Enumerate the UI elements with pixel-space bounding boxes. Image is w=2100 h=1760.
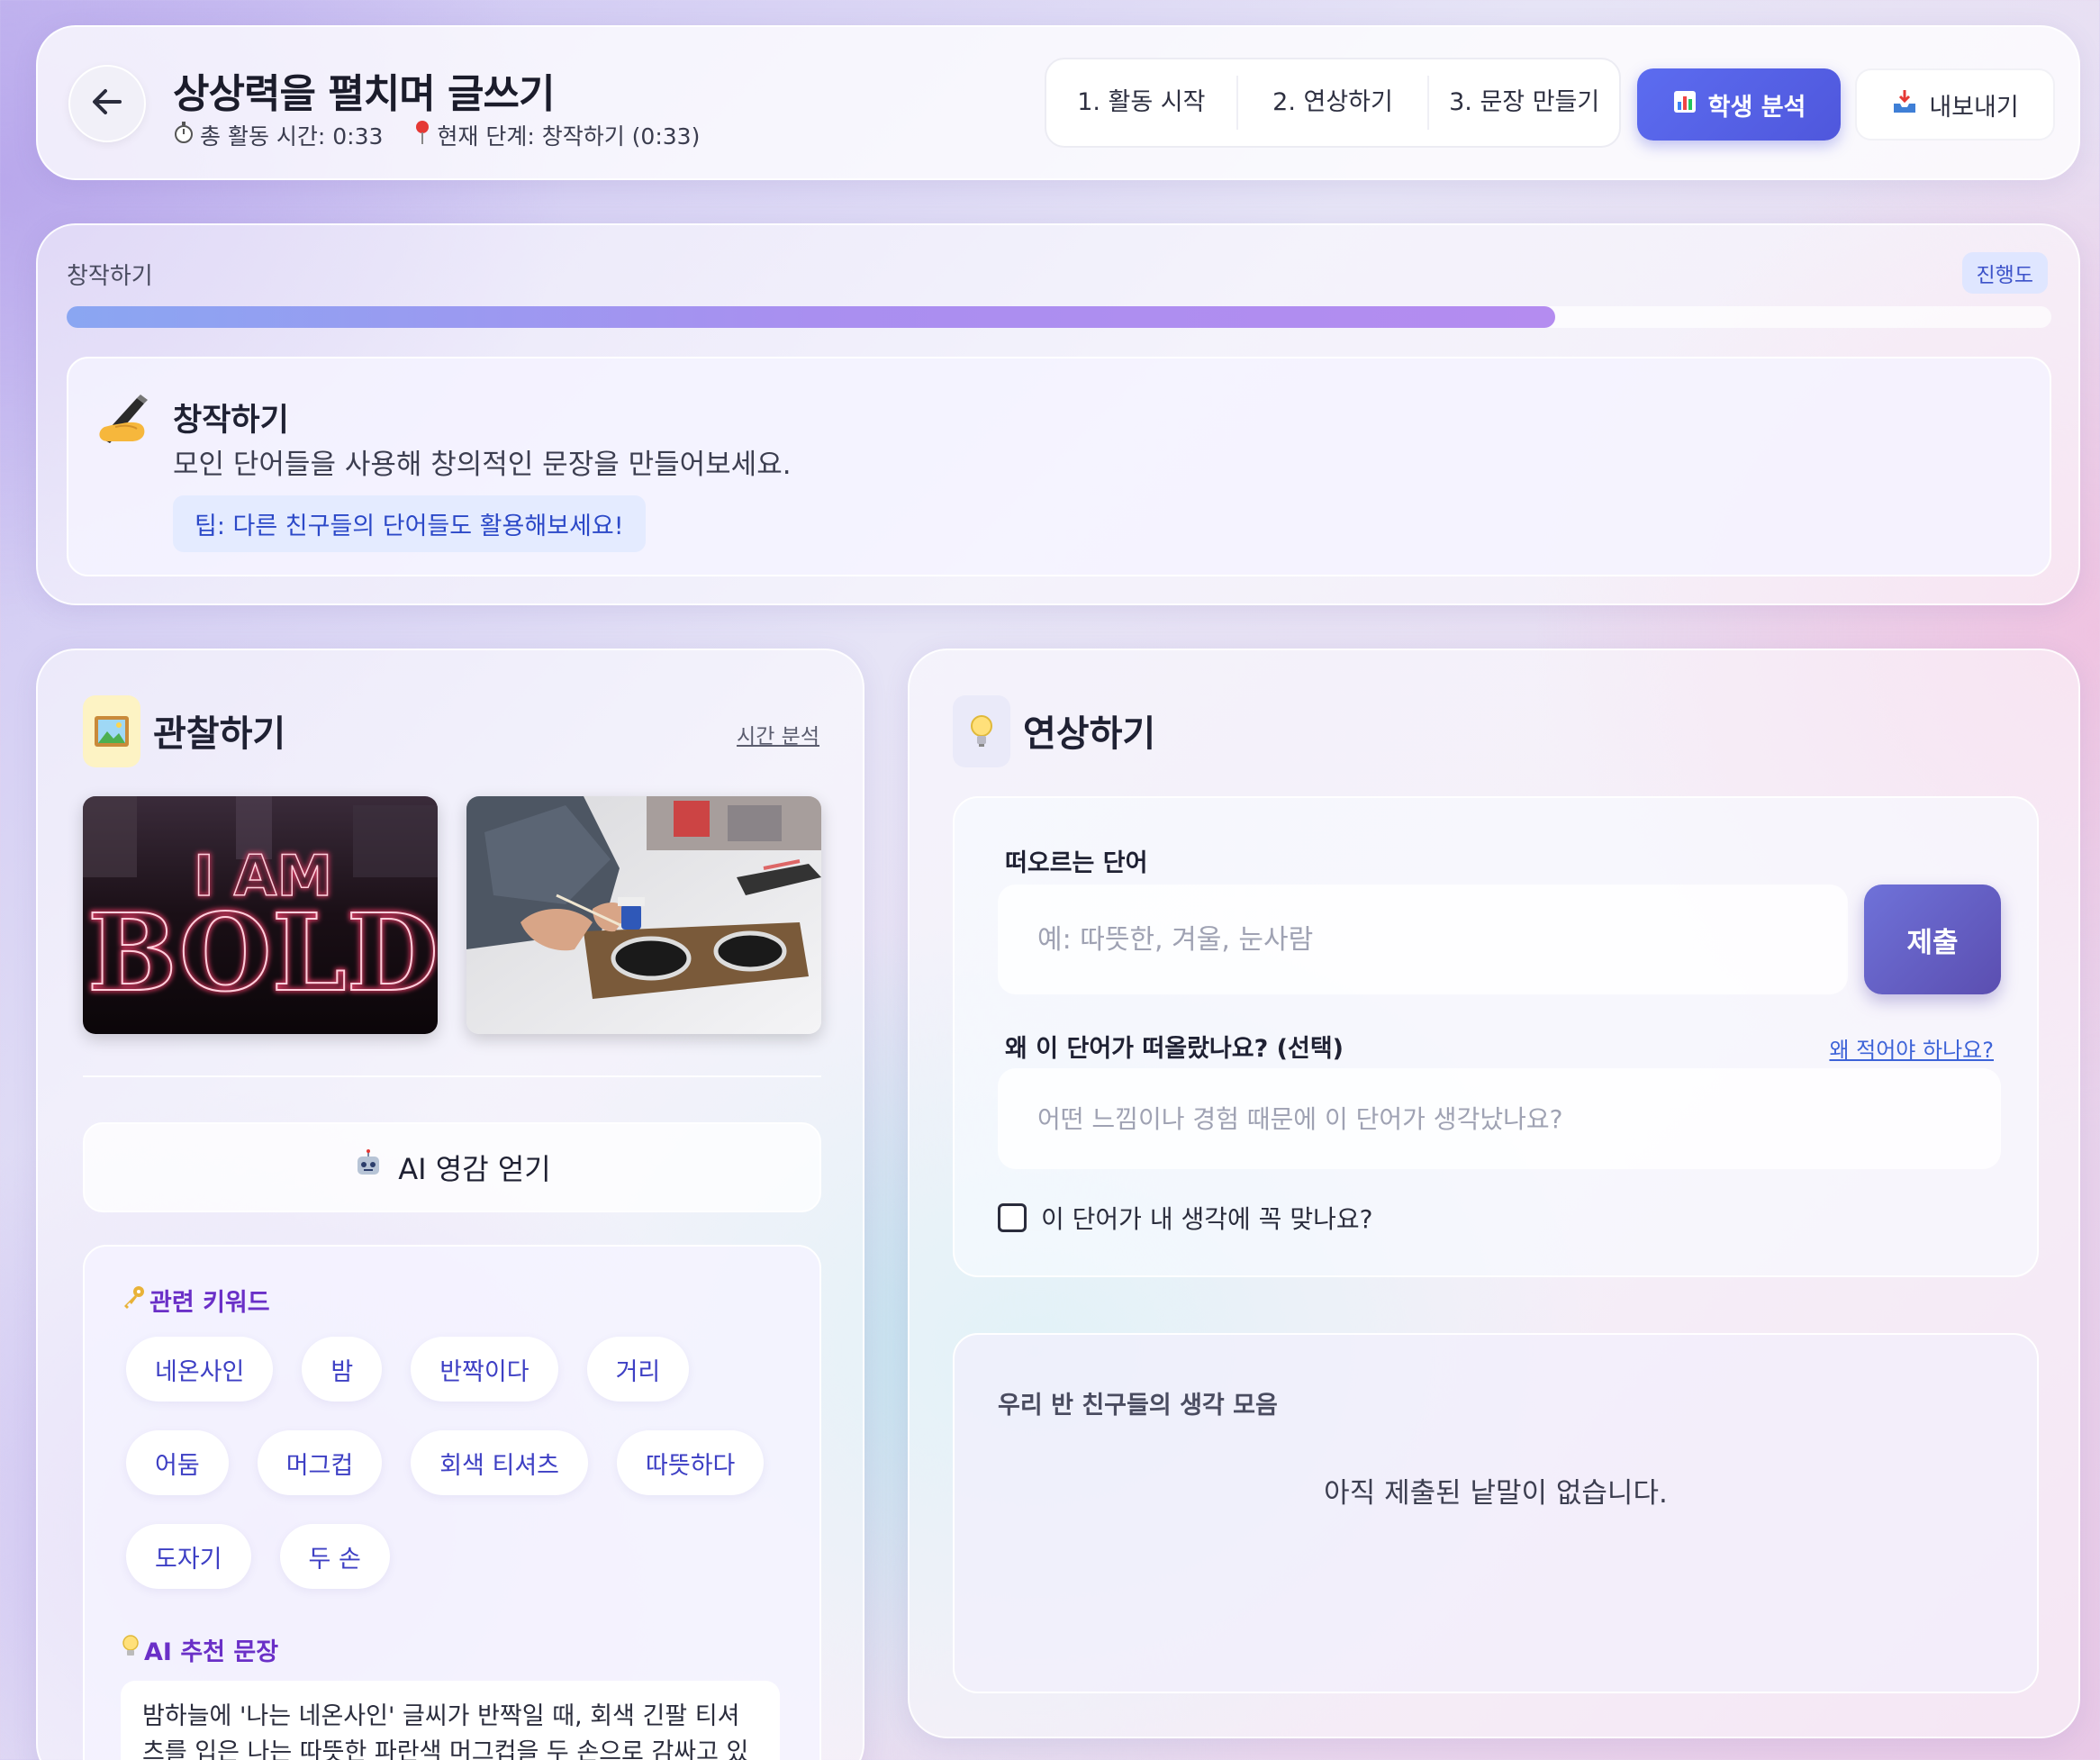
back-button[interactable] — [68, 65, 146, 142]
fit-check-label: 이 단어가 내 생각에 꼭 맞나요? — [1041, 1204, 1373, 1234]
keywords-heading: 관련 키워드 — [121, 1283, 270, 1318]
fit-check-row[interactable]: 이 단어가 내 생각에 꼭 맞나요? — [998, 1200, 1373, 1236]
inbox-tray-icon — [1891, 88, 1918, 122]
ai-inspiration-label: AI 영감 얻기 — [398, 1152, 551, 1186]
keyword-chip[interactable]: 거리 — [586, 1337, 690, 1402]
total-time: 총 활동 시간: 0:33 — [173, 119, 383, 151]
why-write-link[interactable]: 왜 적어야 하나요? — [1829, 1032, 1994, 1064]
keywords-heading-text: 관련 키워드 — [149, 1289, 270, 1317]
keyword-list: 네온사인 밤 반짝이다 거리 어둠 머그컵 회색 티셔츠 따뜻하다 도자기 두 … — [126, 1337, 792, 1589]
word-label: 떠오르는 단어 — [1005, 849, 1148, 877]
tab-step-3[interactable]: 3. 문장 만들기 — [1429, 76, 1619, 130]
pottery-photo[interactable] — [466, 796, 821, 1034]
key-icon — [121, 1284, 146, 1316]
framed-picture-icon — [83, 695, 140, 767]
export-button[interactable]: 내보내기 — [1855, 68, 2055, 141]
bar-chart-icon — [1672, 89, 1697, 121]
associate-panel: 연상하기 떠오르는 단어 제출 왜 이 단어가 떠올랐나요? (선택) 왜 적어… — [908, 649, 2080, 1738]
keyword-chip[interactable]: 두 손 — [279, 1524, 390, 1589]
tab-step-1[interactable]: 1. 활동 시작 — [1046, 76, 1238, 130]
light-bulb-icon — [121, 1634, 140, 1665]
student-analysis-button[interactable]: 학생 분석 — [1637, 68, 1841, 141]
empty-message: 아직 제출된 낱말이 없습니다. — [1324, 1477, 1668, 1510]
stage-tip: 팁: 다른 친구들의 단어들도 활용해보세요! — [173, 495, 646, 552]
time-analysis-link[interactable]: 시간 분석 — [737, 719, 819, 749]
class-ideas-title: 우리 반 친구들의 생각 모음 — [998, 1392, 1278, 1420]
observe-title: 관찰하기 — [153, 713, 286, 755]
arrow-left-icon — [87, 82, 127, 125]
stage-title: 창작하기 — [173, 403, 289, 439]
submit-button[interactable]: 제출 — [1864, 885, 2001, 994]
divider — [83, 1075, 821, 1077]
neon-sign-photo[interactable]: I AM I AM BOLD BOLD — [83, 796, 438, 1034]
keyword-chip[interactable]: 반짝이다 — [411, 1337, 558, 1402]
observe-panel: 관찰하기 시간 분석 I AM I AM BOLD BOLD AI 영감 얻기 … — [36, 649, 864, 1760]
student-analysis-label: 학생 분석 — [1707, 93, 1806, 122]
reason-label: 왜 이 단어가 떠올랐나요? (선택) — [1005, 1035, 1344, 1063]
keyword-chip[interactable]: 회색 티셔츠 — [411, 1430, 589, 1495]
current-stage-text: 현재 단계: 창작하기 (0:33) — [437, 123, 701, 150]
keyword-chip[interactable]: 어둠 — [126, 1430, 229, 1495]
progress-panel: 창작하기 진행도 창작하기 모인 단어들을 사용해 창의적인 문장을 만들어보세… — [36, 223, 2080, 605]
progress-badge: 진행도 — [1961, 252, 2048, 294]
pin-icon — [413, 120, 431, 150]
progress-bar — [67, 306, 2051, 328]
export-label: 내보내기 — [1929, 93, 2019, 122]
ai-inspiration-button[interactable]: AI 영감 얻기 — [83, 1122, 821, 1212]
robot-icon — [353, 1148, 384, 1186]
progress-bar-fill — [67, 306, 1555, 328]
stage-description: 모인 단어들을 사용해 창의적인 문장을 만들어보세요. — [173, 449, 792, 481]
page-title: 상상력을 펼치며 글쓰기 — [173, 71, 555, 117]
word-form: 떠오르는 단어 제출 왜 이 단어가 떠올랐나요? (선택) 왜 적어야 하나요… — [953, 796, 2039, 1277]
keyword-chip[interactable]: 머그컵 — [257, 1430, 383, 1495]
keyword-chip[interactable]: 따뜻하다 — [617, 1430, 765, 1495]
keyword-chip[interactable]: 도자기 — [126, 1524, 251, 1589]
total-time-text: 총 활동 시간: 0:33 — [200, 123, 384, 150]
stopwatch-icon — [173, 121, 195, 150]
current-stage: 현재 단계: 창작하기 (0:33) — [413, 119, 700, 151]
keyword-chip[interactable]: 밤 — [302, 1337, 383, 1402]
class-ideas-card: 우리 반 친구들의 생각 모음 아직 제출된 낱말이 없습니다. — [953, 1333, 2039, 1693]
ai-sentence-text[interactable]: 밤하늘에 '나는 네온사인' 글씨가 반짝일 때, 회색 긴팔 티셔츠를 입은 … — [121, 1681, 780, 1760]
ai-sentence-heading-text: AI 추천 문장 — [144, 1638, 279, 1666]
fit-checkbox[interactable] — [998, 1203, 1027, 1232]
light-bulb-icon — [953, 695, 1010, 767]
reason-input[interactable] — [998, 1068, 2001, 1169]
keyword-chip[interactable]: 네온사인 — [126, 1337, 274, 1402]
neon-text-line2-core: BOLD — [87, 890, 438, 1015]
word-input[interactable] — [998, 885, 1848, 994]
ai-sentence-heading: AI 추천 문장 — [121, 1632, 278, 1667]
stage-card: 창작하기 모인 단어들을 사용해 창의적인 문장을 만들어보세요. 팁: 다른 … — [67, 357, 2051, 576]
keyword-card: 관련 키워드 네온사인 밤 반짝이다 거리 어둠 머그컵 회색 티셔츠 따뜻하다… — [83, 1245, 821, 1760]
associate-title: 연상하기 — [1023, 713, 1156, 755]
tab-step-2[interactable]: 2. 연상하기 — [1238, 76, 1430, 130]
progress-label: 창작하기 — [67, 263, 153, 290]
activity-meta: 총 활동 시간: 0:33 현재 단계: 창작하기 (0:33) — [173, 119, 700, 151]
step-tabs: 1. 활동 시작 2. 연상하기 3. 문장 만들기 — [1045, 58, 1621, 148]
top-header: 상상력을 펼치며 글쓰기 총 활동 시간: 0:33 현재 단계: 창작하기 (… — [36, 25, 2080, 180]
writing-hand-icon — [95, 391, 153, 458]
